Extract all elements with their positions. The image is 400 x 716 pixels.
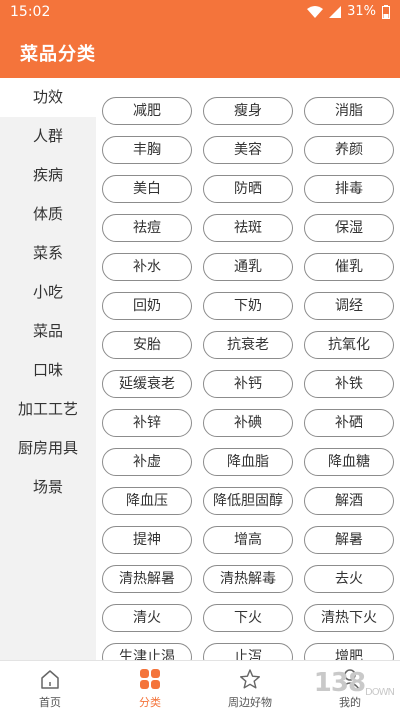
tag-button[interactable]: 回奶 [102,292,192,320]
sidebar-item-jiagong[interactable]: 加工工艺 [0,390,96,429]
page-title: 菜品分类 [20,44,96,65]
star-icon [240,669,260,689]
sidebar-item-gongxiao[interactable]: 功效 [0,78,96,117]
watermark-number: 138 [313,668,366,698]
tag-button[interactable]: 解暑 [304,526,394,554]
grid-icon [140,669,160,689]
tag-button[interactable]: 补碘 [203,409,293,437]
tag-button[interactable]: 降血糖 [304,448,394,476]
tab-category-label: 分类 [139,696,161,709]
tab-nearby-label: 周边好物 [228,696,272,709]
sidebar-item-changjing[interactable]: 场景 [0,468,96,507]
tag-button[interactable]: 增肥 [304,643,394,660]
battery-percent: 31% [347,4,376,19]
tag-button[interactable]: 补钙 [203,370,293,398]
category-sidebar: 功效 人群 疾病 体质 菜系 小吃 菜品 口味 加工工艺 厨房用具 场景 [0,78,96,660]
tag-button[interactable]: 降血脂 [203,448,293,476]
sidebar-item-jibing[interactable]: 疾病 [0,156,96,195]
home-icon [41,670,59,689]
tag-button[interactable]: 减肥 [102,97,192,125]
tag-button[interactable]: 美白 [102,175,192,203]
sidebar-item-caixi[interactable]: 菜系 [0,234,96,273]
tab-category[interactable]: 分类 [110,667,190,710]
watermark-suffix: DOWN [365,687,395,698]
tag-button[interactable]: 延缓衰老 [102,370,192,398]
tag-button[interactable]: 增高 [203,526,293,554]
tag-button[interactable]: 提神 [102,526,192,554]
tag-button[interactable]: 保湿 [304,214,394,242]
sidebar-item-chufang[interactable]: 厨房用具 [0,429,96,468]
tag-button[interactable]: 补虚 [102,448,192,476]
tag-button[interactable]: 瘦身 [203,97,293,125]
tag-button[interactable]: 清热下火 [304,604,394,632]
tag-button[interactable]: 美容 [203,136,293,164]
sidebar-item-caipin[interactable]: 菜品 [0,312,96,351]
tag-button[interactable]: 丰胸 [102,136,192,164]
tag-button[interactable]: 祛痘 [102,214,192,242]
tag-button[interactable]: 下火 [203,604,293,632]
status-bar: 15:02 31% [0,0,400,26]
tag-button[interactable]: 下奶 [203,292,293,320]
battery-icon [382,4,390,19]
tag-button[interactable]: 清热解毒 [203,565,293,593]
tag-button[interactable]: 防晒 [203,175,293,203]
watermark-logo: 138DOWN [313,668,395,698]
tag-button[interactable]: 降血压 [102,487,192,515]
tag-grid: 减肥 瘦身 消脂 丰胸 美容 养颜 美白 防晒 排毒 祛痘 祛斑 保湿 补水 通… [102,97,398,660]
app-header: 15:02 31% 菜品分类 [0,0,400,78]
tag-button[interactable]: 消脂 [304,97,394,125]
signal-icon [329,5,342,18]
tag-button[interactable]: 止泻 [203,643,293,660]
tag-button[interactable]: 排毒 [304,175,394,203]
tag-button[interactable]: 补锌 [102,409,192,437]
tab-nearby[interactable]: 周边好物 [210,667,290,710]
tag-button[interactable]: 清火 [102,604,192,632]
tag-button[interactable]: 抗氧化 [304,331,394,359]
tag-button[interactable]: 生津止渴 [102,643,192,660]
tag-button[interactable]: 降低胆固醇 [203,487,293,515]
tag-button[interactable]: 安胎 [102,331,192,359]
sidebar-item-renqun[interactable]: 人群 [0,117,96,156]
tag-button[interactable]: 清热解暑 [102,565,192,593]
tag-button[interactable]: 补水 [102,253,192,281]
status-icons: 31% [307,4,390,19]
tag-panel: 减肥 瘦身 消脂 丰胸 美容 养颜 美白 防晒 排毒 祛痘 祛斑 保湿 补水 通… [96,78,400,660]
sidebar-item-kouwei[interactable]: 口味 [0,351,96,390]
tag-button[interactable]: 抗衰老 [203,331,293,359]
tab-home[interactable]: 首页 [10,667,90,710]
tag-button[interactable]: 养颜 [304,136,394,164]
status-time: 15:02 [10,4,51,20]
tag-button[interactable]: 催乳 [304,253,394,281]
tag-button[interactable]: 通乳 [203,253,293,281]
wifi-icon [307,5,324,18]
tag-button[interactable]: 解酒 [304,487,394,515]
tag-button[interactable]: 去火 [304,565,394,593]
sidebar-item-xiaochi[interactable]: 小吃 [0,273,96,312]
tag-button[interactable]: 祛斑 [203,214,293,242]
tab-home-label: 首页 [39,696,61,709]
tag-button[interactable]: 调经 [304,292,394,320]
tag-button[interactable]: 补硒 [304,409,394,437]
tag-button[interactable]: 补铁 [304,370,394,398]
sidebar-item-tizhi[interactable]: 体质 [0,195,96,234]
